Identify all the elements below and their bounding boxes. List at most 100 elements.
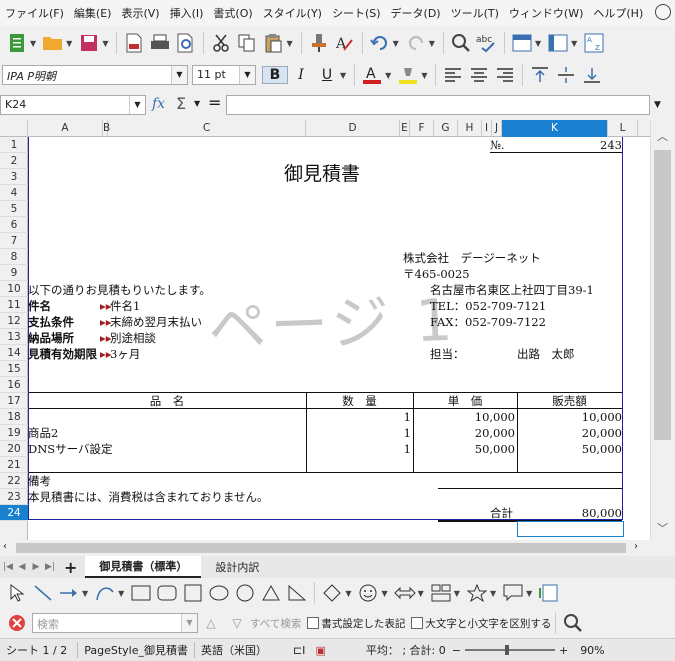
flowchart-icon[interactable]: [430, 582, 452, 604]
square-icon[interactable]: [182, 582, 204, 604]
scroll-thumb[interactable]: [654, 150, 671, 440]
column-icon[interactable]: [547, 32, 569, 54]
chevron-right-icon[interactable]: ›: [634, 541, 638, 552]
row-header[interactable]: 21: [0, 457, 28, 473]
function-wizard-icon[interactable]: fx: [152, 96, 165, 112]
column-header[interactable]: A: [28, 120, 103, 137]
italic-button[interactable]: I: [288, 67, 314, 83]
chevron-down-icon[interactable]: ▼: [340, 71, 346, 80]
find-input[interactable]: 検索 ▼: [32, 613, 198, 633]
new-spreadsheet-icon[interactable]: [6, 32, 28, 54]
double-arrow-icon[interactable]: [393, 582, 416, 604]
row-header[interactable]: 3: [0, 169, 28, 185]
diamond-icon[interactable]: [321, 582, 343, 604]
row-header[interactable]: 11: [0, 297, 28, 313]
cut-icon[interactable]: [210, 32, 232, 54]
menu-window[interactable]: ウィンドウ(W): [504, 5, 588, 21]
menu-edit[interactable]: 編集(E): [69, 5, 117, 21]
row-header[interactable]: 20: [0, 441, 28, 457]
row-header[interactable]: 24: [0, 505, 28, 521]
print-icon[interactable]: [149, 32, 171, 54]
zoom-level[interactable]: 90%: [580, 644, 604, 657]
center-vertically-icon[interactable]: [555, 64, 577, 86]
menu-view[interactable]: 表示(V): [116, 5, 164, 21]
circle-icon[interactable]: [234, 582, 256, 604]
zoom-slider[interactable]: [464, 645, 555, 655]
row-header[interactable]: 4: [0, 185, 28, 201]
chevron-down-icon[interactable]: ▼: [345, 589, 351, 598]
underline-button[interactable]: U: [314, 67, 340, 83]
chevron-down-icon[interactable]: ▼: [418, 589, 424, 598]
find-replace-icon[interactable]: [450, 32, 472, 54]
paste-icon[interactable]: [262, 32, 284, 54]
chevron-down-icon[interactable]: ▼: [102, 39, 108, 48]
arrow-line-icon[interactable]: [58, 582, 80, 604]
vertical-scrollbar[interactable]: ︿ ﹀: [650, 120, 675, 540]
chevron-down-icon[interactable]: ▼: [171, 66, 187, 84]
menu-format[interactable]: 書式(O): [208, 5, 257, 21]
status-page-style[interactable]: PageStyle_御見積書: [77, 642, 188, 658]
export-pdf-icon[interactable]: [123, 32, 145, 54]
rectangle-icon[interactable]: [130, 582, 152, 604]
row-header[interactable]: 23: [0, 489, 28, 505]
chevron-down-icon[interactable]: ▼: [526, 589, 532, 598]
chevron-up-icon[interactable]: ︿: [657, 128, 668, 144]
chevron-left-icon[interactable]: ‹: [3, 541, 7, 552]
chevron-down-icon[interactable]: ▼: [239, 66, 255, 84]
menu-insert[interactable]: 挿入(I): [165, 5, 209, 21]
find-previous-icon[interactable]: △: [200, 612, 222, 634]
select-all-corner[interactable]: [0, 120, 28, 137]
row-header[interactable]: 17: [0, 393, 28, 409]
chevron-down-icon[interactable]: ▼: [66, 39, 72, 48]
zoom-in-icon[interactable]: +: [559, 644, 568, 657]
column-header[interactable]: K: [502, 120, 608, 137]
save-icon[interactable]: [78, 32, 100, 54]
column-header[interactable]: J: [492, 120, 502, 137]
right-triangle-icon[interactable]: [286, 582, 308, 604]
column-header[interactable]: F: [410, 120, 434, 137]
formula-icon[interactable]: =: [208, 93, 221, 112]
chevron-down-icon[interactable]: ▼: [393, 39, 399, 48]
chevron-down-icon[interactable]: ▼: [454, 589, 460, 598]
row-header[interactable]: 12: [0, 313, 28, 329]
prev-sheet-icon[interactable]: ◀: [16, 562, 28, 572]
zoom-out-icon[interactable]: −: [452, 644, 461, 657]
match-case-checkbox[interactable]: [411, 617, 424, 629]
column-header[interactable]: L: [608, 120, 638, 137]
chevron-down-icon[interactable]: ▼: [429, 39, 435, 48]
redo-icon[interactable]: [405, 32, 427, 54]
last-sheet-icon[interactable]: ▶|: [44, 562, 56, 572]
close-find-icon[interactable]: [6, 612, 28, 634]
sheet-content[interactable]: ページ 1 №. 243 御見積書 株式会社 デージーネット 〒465-0025…: [28, 137, 650, 540]
row-header[interactable]: 10: [0, 281, 28, 297]
formula-input[interactable]: [226, 95, 650, 115]
chevron-down-icon[interactable]: ▼: [385, 71, 391, 80]
sum-icon[interactable]: Σ: [176, 94, 186, 113]
document-modified-icon[interactable]: ▣: [315, 644, 325, 657]
align-right-icon[interactable]: [494, 64, 516, 86]
find-all-button[interactable]: すべて検索: [250, 616, 301, 631]
menu-data[interactable]: データ(D): [386, 5, 446, 21]
menu-help[interactable]: ヘルプ(H): [588, 5, 648, 21]
row-header[interactable]: 22: [0, 473, 28, 489]
row-header[interactable]: 18: [0, 409, 28, 425]
chevron-down-icon[interactable]: ▼: [286, 39, 292, 48]
expand-formula-bar-icon[interactable]: ▼: [654, 100, 661, 110]
font-size-box[interactable]: 11 pt ▼: [192, 65, 256, 85]
smiley-icon[interactable]: [357, 582, 379, 604]
status-sum[interactable]: 平均： ; 合計: 0: [366, 642, 446, 658]
font-color-icon[interactable]: A: [361, 64, 383, 86]
row-header[interactable]: 16: [0, 377, 28, 393]
row-header[interactable]: 15: [0, 361, 28, 377]
undo-icon[interactable]: [369, 32, 391, 54]
align-center-icon[interactable]: [468, 64, 490, 86]
chevron-down-icon[interactable]: ▼: [30, 39, 36, 48]
chevron-down-icon[interactable]: ▼: [118, 589, 124, 598]
print-preview-icon[interactable]: [175, 32, 197, 54]
menu-styles[interactable]: スタイル(Y): [258, 5, 327, 21]
status-language[interactable]: 英語（米国）: [193, 642, 267, 658]
globe-icon[interactable]: [655, 4, 671, 20]
sort-icon[interactable]: AZ: [583, 32, 605, 54]
rounded-rectangle-icon[interactable]: [156, 582, 178, 604]
menu-file[interactable]: ファイル(F): [0, 5, 69, 21]
